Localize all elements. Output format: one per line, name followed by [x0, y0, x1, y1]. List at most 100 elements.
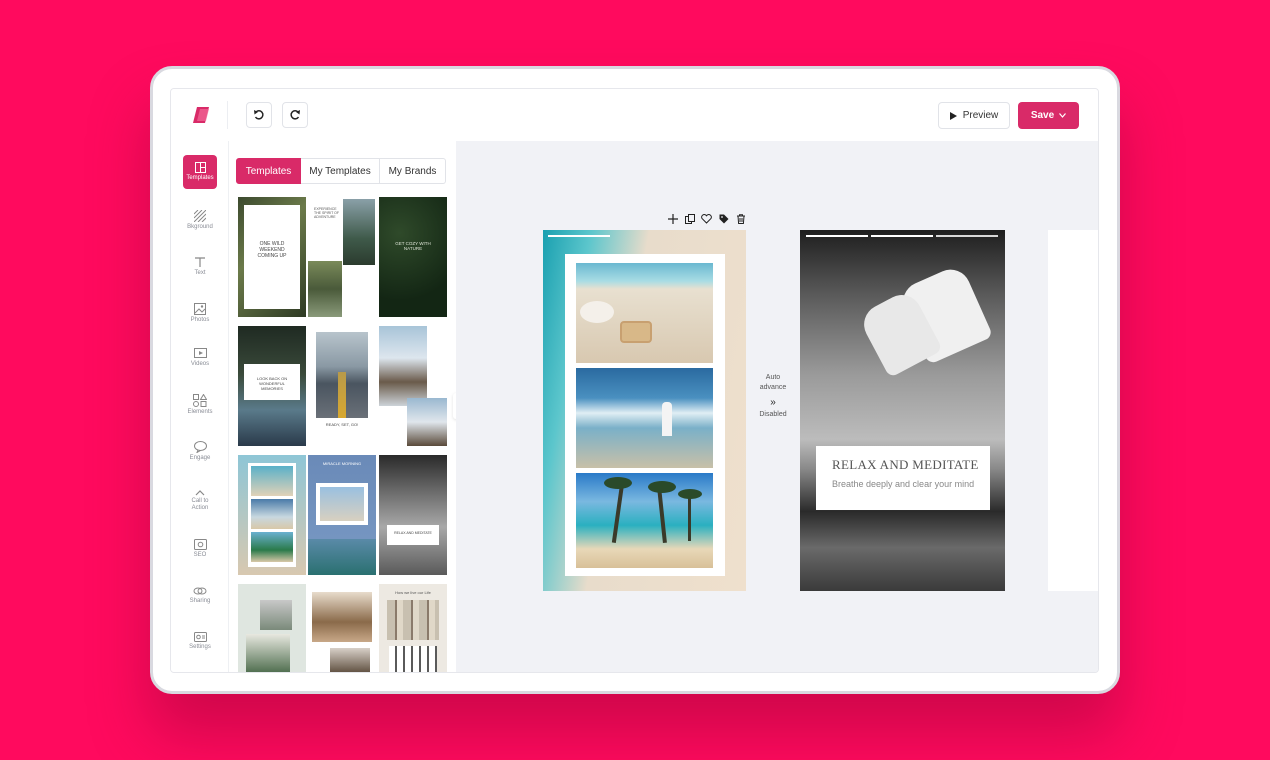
thumbnail-photo [407, 398, 447, 446]
template-title: LOOK BACK ON WONDERFUL MEMORIES [256, 376, 288, 391]
slide-subtitle[interactable]: Breathe deeply and clear your mind [832, 478, 990, 490]
seo-icon [193, 539, 207, 550]
template-thumbnail[interactable]: MIRACLE MORNING [308, 455, 376, 575]
collage-photo [576, 263, 713, 363]
undo-button[interactable] [246, 102, 272, 128]
rail-item-engage[interactable]: Engage [183, 434, 217, 468]
progress-bar [936, 235, 998, 237]
template-thumbnail[interactable]: READY, SET, GO! [308, 326, 376, 446]
rail-item-templates[interactable]: Templates [183, 155, 217, 189]
link-icon [193, 587, 207, 594]
rail-item-seo[interactable]: SEO [183, 532, 217, 566]
template-card [316, 483, 368, 525]
elements-icon [193, 394, 207, 407]
sandals [620, 321, 652, 343]
progress-bar [548, 235, 610, 237]
rail-label: Videos [190, 361, 210, 367]
template-card: LOOK BACK ON WONDERFUL MEMORIES [244, 364, 300, 400]
preview-button[interactable]: Preview [938, 102, 1010, 129]
background-icon [194, 209, 206, 222]
template-thumbnail[interactable]: GET COZY WITH NATURE [379, 197, 447, 317]
rail-label: Photos [190, 316, 210, 323]
rail-item-text[interactable]: Text [183, 249, 217, 283]
rail-item-photos[interactable]: Photos [183, 296, 217, 330]
template-thumbnail[interactable]: ONE WILD WEEKEND COMING UP [238, 197, 306, 317]
save-label: Save [1030, 110, 1055, 121]
progress-bar [871, 235, 933, 237]
template-thumbnail[interactable]: RELAX AND MEDITATE [379, 455, 447, 575]
template-thumbnail[interactable]: How we live our Life [379, 584, 447, 672]
thumbnail-photo [379, 326, 427, 406]
template-thumbnail[interactable] [238, 455, 306, 575]
auto-state: Disabled [759, 411, 787, 418]
rail-item-elements[interactable]: Elements [183, 388, 217, 422]
tag-icon[interactable] [718, 213, 729, 224]
template-thumbnail[interactable] [379, 326, 447, 446]
thumbnail-photo [343, 199, 375, 265]
story-slide-3[interactable] [1048, 230, 1098, 591]
template-title: EXPERIENCE THE SPIRIT OF ADVENTURE [314, 207, 340, 219]
rail-label: Sharing [189, 597, 211, 604]
rail-item-call-to-action[interactable]: Call to Action [183, 481, 217, 521]
template-card [248, 463, 296, 567]
thumbnail-photo [308, 539, 376, 575]
chat-icon [193, 440, 207, 453]
story-slide-1[interactable] [543, 230, 746, 591]
auto-label: Auto [765, 374, 781, 381]
thumbnail-photo [387, 600, 439, 640]
play-icon [949, 111, 957, 120]
rail-label: SEO [193, 552, 207, 558]
template-thumbnail[interactable]: EXPERIENCE THE SPIRIT OF ADVENTURE [308, 197, 376, 317]
template-title: How we live our Life [395, 590, 431, 595]
trash-icon[interactable] [735, 213, 746, 224]
redo-button[interactable] [282, 102, 308, 128]
template-thumbnail[interactable] [238, 584, 306, 672]
story-slide-2[interactable]: RELAX AND MEDITATE Breathe deeply and cl… [800, 230, 1005, 591]
rail-item-videos[interactable]: Videos [183, 341, 217, 375]
add-icon[interactable] [667, 213, 678, 224]
thumbnail-photo [246, 634, 290, 672]
template-thumbnail[interactable]: LOOK BACK ON WONDERFUL MEMORIES [238, 326, 306, 446]
template-title: ONE WILD WEEKEND COMING UP [257, 241, 287, 259]
tab-my-templates[interactable]: My Templates [301, 158, 380, 184]
template-card: RELAX AND MEDITATE [387, 525, 439, 545]
undo-icon [254, 110, 264, 120]
save-button[interactable]: Save [1018, 102, 1079, 129]
tab-templates[interactable]: Templates [236, 158, 301, 184]
template-title: RELAX AND MEDITATE [394, 531, 432, 535]
editor-screen: Preview Save Templates Bkground Text Pho… [170, 88, 1099, 673]
chevron-down-icon [1059, 113, 1067, 118]
rail-label: Templates [186, 175, 214, 181]
rail-label: Settings [189, 643, 211, 650]
collage-photo [576, 368, 713, 468]
rail-item-sharing[interactable]: Sharing [183, 578, 217, 612]
rail-label: Text [194, 269, 206, 276]
collage-photo [576, 473, 713, 568]
template-title: MIRACLE MORNING [322, 461, 362, 466]
rail-label: Call to Action [191, 498, 209, 511]
rail-item-background[interactable]: Bkground [183, 203, 217, 237]
road-mark [338, 372, 346, 418]
double-chevron-icon: » [770, 397, 776, 408]
rail-label: Engage [189, 454, 211, 461]
text-icon [195, 256, 205, 267]
divider [227, 101, 228, 129]
thumbnail-photo [389, 646, 437, 672]
advance-label: advance [759, 384, 787, 391]
template-thumbnail[interactable] [308, 584, 376, 672]
templates-icon [194, 162, 206, 173]
tab-my-brands[interactable]: My Brands [380, 158, 446, 184]
rail-label: Bkground [187, 223, 213, 230]
rail-label: Elements [187, 409, 213, 415]
heart-icon[interactable] [701, 213, 712, 224]
left-rail: Templates Bkground Text Photos Videos El… [171, 141, 229, 672]
thumbnail-photo [316, 332, 368, 418]
rail-item-settings[interactable]: Settings [183, 624, 217, 658]
duplicate-icon[interactable] [684, 213, 695, 224]
template-title: READY, SET, GO! [325, 422, 359, 427]
app-logo [193, 107, 209, 123]
template-card: ONE WILD WEEKEND COMING UP [244, 205, 300, 309]
panel-tabs: Templates My Templates My Brands [236, 158, 446, 184]
auto-advance-toggle[interactable]: Auto advance » Disabled [754, 373, 792, 420]
slide-title[interactable]: RELAX AND MEDITATE [832, 457, 990, 473]
